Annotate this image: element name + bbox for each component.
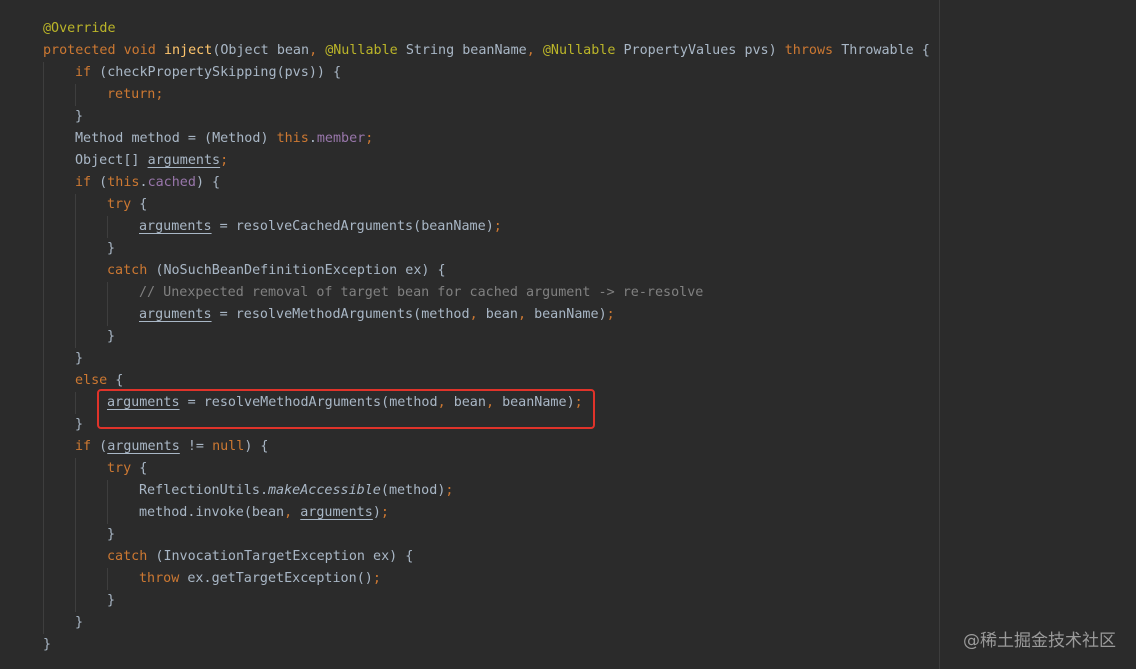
code-line[interactable]: } bbox=[107, 238, 115, 260]
code-line[interactable]: } bbox=[75, 612, 83, 634]
keyword: try bbox=[107, 197, 132, 212]
type-name: ReflectionUtils bbox=[139, 483, 260, 498]
type-name: PropertyValues bbox=[623, 43, 737, 58]
code-comment[interactable]: // Unexpected removal of target bean for… bbox=[139, 282, 703, 304]
keyword: this bbox=[107, 175, 140, 190]
code-line[interactable]: protected void inject(Object bean, @Null… bbox=[43, 40, 930, 62]
parameter: pvs bbox=[744, 43, 769, 58]
indent-guide bbox=[107, 480, 108, 524]
field: member bbox=[316, 131, 366, 146]
variable: ex bbox=[373, 549, 390, 564]
method-name: inject bbox=[163, 43, 213, 58]
indent-guide bbox=[75, 392, 76, 414]
variable: ex bbox=[405, 263, 422, 278]
nullable-annotation: @Nullable bbox=[325, 43, 398, 58]
method-call: resolveCachedArguments bbox=[235, 219, 414, 234]
code-line[interactable]: method.invoke(bean, arguments); bbox=[139, 502, 389, 524]
indent-guide bbox=[75, 194, 76, 348]
code-line[interactable]: ReflectionUtils.makeAccessible(method); bbox=[139, 480, 453, 502]
keyword: if bbox=[75, 175, 92, 190]
indent-guide bbox=[107, 282, 108, 326]
keyword: if bbox=[75, 439, 92, 454]
variable-arguments: arguments bbox=[139, 307, 212, 322]
code-line[interactable]: @Override bbox=[43, 18, 116, 40]
code-line[interactable]: throw ex.getTargetException(); bbox=[139, 568, 381, 590]
code-line[interactable]: arguments = resolveCachedArguments(beanN… bbox=[139, 216, 502, 238]
nullable-annotation: @Nullable bbox=[542, 43, 616, 58]
method-call: getTargetException bbox=[211, 571, 357, 586]
code-line[interactable]: } bbox=[107, 326, 115, 348]
type-name: Method bbox=[75, 131, 124, 146]
code-line[interactable]: Object[] arguments; bbox=[75, 150, 228, 172]
method-call: checkPropertySkipping bbox=[107, 65, 277, 80]
code-line[interactable]: } bbox=[107, 590, 115, 612]
static-method-call: makeAccessible bbox=[268, 483, 381, 498]
parameter: pvs bbox=[284, 65, 309, 80]
field: cached bbox=[147, 175, 196, 190]
override-annotation: @Override bbox=[43, 21, 116, 36]
variable-arguments: arguments bbox=[300, 505, 373, 520]
code-line[interactable]: Method method = (Method) this.member; bbox=[75, 128, 373, 150]
method-call: resolveMethodArguments bbox=[235, 307, 414, 322]
right-margin-guide bbox=[939, 0, 940, 669]
code-line[interactable]: } bbox=[43, 634, 51, 656]
parameter: bean bbox=[485, 307, 518, 322]
code-line[interactable]: arguments = resolveMethodArguments(metho… bbox=[139, 304, 615, 326]
indent-guide bbox=[75, 458, 76, 612]
indent-guide bbox=[43, 62, 44, 634]
code-line[interactable]: catch (NoSuchBeanDefinitionException ex)… bbox=[107, 260, 446, 282]
comment-text: // Unexpected removal of target bean for… bbox=[139, 285, 704, 300]
method-call: invoke bbox=[195, 505, 244, 520]
keyword: catch bbox=[107, 263, 148, 278]
parameter: beanName bbox=[421, 219, 486, 234]
keyword: null bbox=[212, 439, 245, 454]
code-line[interactable]: } bbox=[107, 524, 115, 546]
variable-arguments: arguments bbox=[139, 219, 212, 234]
code-line[interactable]: try { bbox=[107, 458, 147, 480]
type-name: Method bbox=[212, 131, 261, 146]
code-editor[interactable]: @Override protected void inject(Object b… bbox=[0, 0, 1136, 669]
variable-arguments: arguments bbox=[107, 439, 180, 454]
variable: method bbox=[131, 131, 180, 146]
code-line[interactable]: if (this.cached) { bbox=[75, 172, 220, 194]
type-name: String bbox=[405, 43, 455, 58]
parameter: beanName bbox=[534, 307, 599, 322]
keyword: catch bbox=[107, 549, 148, 564]
indent-guide bbox=[107, 568, 108, 590]
code-line[interactable]: } bbox=[75, 414, 83, 436]
variable: method bbox=[421, 307, 470, 322]
keyword: throws bbox=[784, 43, 834, 58]
type-name: Object[] bbox=[75, 153, 140, 168]
keyword: throw bbox=[139, 571, 180, 586]
code-line[interactable]: catch (InvocationTargetException ex) { bbox=[107, 546, 413, 568]
code-line[interactable]: } bbox=[75, 348, 83, 370]
variable: ex bbox=[187, 571, 204, 586]
code-line[interactable]: return; bbox=[107, 84, 163, 106]
code-line[interactable]: } bbox=[75, 106, 83, 128]
keyword: try bbox=[107, 461, 132, 476]
keyword: return bbox=[107, 87, 156, 102]
keyword: else bbox=[75, 373, 108, 388]
code-line[interactable]: try { bbox=[107, 194, 147, 216]
highlight-box bbox=[97, 389, 595, 429]
type-name: Throwable bbox=[841, 43, 914, 58]
indent-guide bbox=[107, 216, 108, 238]
keyword: void bbox=[123, 43, 156, 58]
parameter: beanName bbox=[462, 43, 527, 58]
variable-arguments: arguments bbox=[147, 153, 221, 168]
type-name: NoSuchBeanDefinitionException bbox=[163, 263, 398, 278]
keyword: if bbox=[75, 65, 92, 80]
variable: method bbox=[388, 483, 438, 498]
type-name: Object bbox=[220, 43, 269, 58]
code-line[interactable]: if (arguments != null) { bbox=[75, 436, 269, 458]
keyword: this bbox=[276, 131, 309, 146]
type-name: InvocationTargetException bbox=[163, 549, 365, 564]
keyword: protected bbox=[43, 43, 116, 58]
indent-guide bbox=[75, 84, 76, 106]
parameter: bean bbox=[251, 505, 285, 520]
parameter: bean bbox=[276, 43, 310, 58]
code-line[interactable]: if (checkPropertySkipping(pvs)) { bbox=[75, 62, 341, 84]
variable: method bbox=[139, 505, 188, 520]
watermark: @稀土掘金技术社区 bbox=[963, 631, 1116, 651]
